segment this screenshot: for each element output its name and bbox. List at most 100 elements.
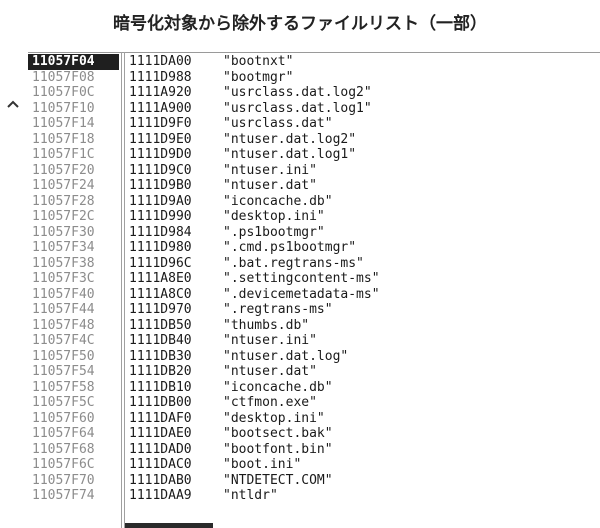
- string-cell: "ntuser.dat": [223, 178, 317, 193]
- string-cell: "ntldr": [223, 488, 278, 503]
- dump-row[interactable]: 11057F38 1111D96C ".bat.regtrans-ms": [28, 256, 600, 272]
- dump-row[interactable]: 11057F14 1111D9F0 "usrclass.dat": [28, 116, 600, 132]
- address-cell: 11057F58: [32, 379, 95, 395]
- memory-dump-pane[interactable]: 11057F04 1111DA00 "bootnxt" 11057F08 1111D98…: [28, 52, 600, 528]
- dump-row[interactable]: 11057F18 1111D9E0 "ntuser.dat.log2": [28, 132, 600, 148]
- address-cell: 11057F34: [32, 240, 95, 255]
- address-cell: 11057F74: [32, 488, 95, 503]
- dump-row[interactable]: 11057F34 1111D980 ".cmd.ps1bootmgr": [28, 240, 600, 256]
- dump-row[interactable]: 11057F44 1111D970 ".regtrans-ms": [28, 302, 600, 318]
- value-cell: 1111D980: [129, 240, 192, 255]
- address-cell: 11057F08: [32, 69, 95, 85]
- string-cell: "ctfmon.exe": [223, 395, 317, 410]
- dump-row[interactable]: 11057F0C 1111A920 "usrclass.dat.log2": [28, 85, 600, 101]
- dump-row[interactable]: 11057F68 1111DAD0 "bootfont.bin": [28, 442, 600, 458]
- address-cell: 11057F50: [32, 348, 95, 364]
- scrollbar[interactable]: [0, 52, 28, 528]
- dump-row[interactable]: 11057F08 1111D988 "bootmgr": [28, 70, 600, 86]
- value-cell: 1111DB10: [129, 379, 192, 395]
- dump-row[interactable]: 11057F10 1111A900 "usrclass.dat.log1": [28, 101, 600, 117]
- chevron-up-icon[interactable]: [4, 97, 22, 111]
- string-cell: "bootmgr": [223, 69, 294, 85]
- value-cell: 1111D988: [129, 69, 192, 85]
- string-cell: ".regtrans-ms": [223, 302, 333, 317]
- dump-row[interactable]: 11057F28 1111D9A0 "iconcache.db": [28, 194, 600, 210]
- string-cell: "usrclass.dat.log2": [223, 85, 372, 100]
- dump-row[interactable]: 11057F64 1111DAE0 "bootsect.bak": [28, 426, 600, 442]
- string-cell: "ntuser.ini": [223, 333, 317, 348]
- address-cell: 11057F20: [32, 162, 95, 178]
- address-cell: 11057F60: [32, 410, 95, 426]
- address-cell: 11057F0C: [32, 85, 95, 100]
- dump-row[interactable]: 11057F3C 1111A8E0 ".settingcontent-ms": [28, 271, 600, 287]
- dump-row[interactable]: 11057F48 1111DB50 "thumbs.db": [28, 318, 600, 334]
- dump-row[interactable]: 11057F40 1111A8C0 ".devicemetadata-ms": [28, 287, 600, 303]
- address-cell: 11057F18: [32, 131, 95, 147]
- value-cell: 1111DB00: [129, 395, 192, 410]
- address-cell: 11057F54: [32, 364, 95, 379]
- value-cell: 1111D9B0: [129, 178, 192, 193]
- string-cell: "usrclass.dat": [223, 116, 333, 131]
- dump-row[interactable]: 11057F1C 1111D9D0 "ntuser.dat.log1": [28, 147, 600, 163]
- value-cell: 1111D9C0: [129, 162, 192, 178]
- value-cell: 1111DAD0: [129, 441, 192, 457]
- string-cell: "ntuser.dat.log": [223, 348, 349, 364]
- string-cell: "ntuser.dat.log1": [223, 147, 357, 162]
- dump-row[interactable]: 11057F6C 1111DAC0 "boot.ini": [28, 457, 600, 473]
- dump-row[interactable]: 11057F04 1111DA00 "bootnxt": [28, 54, 600, 70]
- dump-row[interactable]: 11057F2C 1111D990 "desktop.ini": [28, 209, 600, 225]
- string-cell: ".settingcontent-ms": [223, 271, 380, 286]
- address-cell: 11057F40: [32, 286, 95, 302]
- string-cell: "thumbs.db": [223, 317, 310, 333]
- string-cell: "iconcache.db": [223, 379, 333, 395]
- address-cell: 11057F4C: [32, 333, 95, 348]
- dump-row[interactable]: 11057F5C 1111DB00 "ctfmon.exe": [28, 395, 600, 411]
- value-cell: 1111D96C: [129, 255, 192, 271]
- value-cell: 1111DAB0: [129, 472, 192, 488]
- dump-row[interactable]: 11057F30 1111D984 ".ps1bootmgr": [28, 225, 600, 241]
- address-cell: 11057F6C: [32, 457, 95, 472]
- value-cell: 1111DB30: [129, 348, 192, 364]
- address-cell: 11057F14: [32, 116, 95, 131]
- value-cell: 1111DAA9: [129, 488, 192, 503]
- value-cell: 1111A8C0: [129, 286, 192, 302]
- address-cell: 11057F2C: [32, 209, 95, 224]
- dump-row[interactable]: 11057F70 1111DAB0 "NTDETECT.COM": [28, 473, 600, 489]
- dump-rows: 11057F04 1111DA00 "bootnxt" 11057F08 1111D98…: [28, 54, 600, 504]
- value-cell: 1111D984: [129, 224, 192, 240]
- value-cell: 1111DB20: [129, 364, 192, 379]
- dump-row[interactable]: 11057F60 1111DAF0 "desktop.ini": [28, 411, 600, 427]
- value-cell: 1111D990: [129, 209, 192, 224]
- address-cell: 11057F48: [32, 317, 95, 333]
- string-cell: "boot.ini": [223, 457, 302, 472]
- value-cell: 1111DAE0: [129, 426, 192, 441]
- string-cell: "iconcache.db": [223, 193, 333, 209]
- value-cell: 1111DB50: [129, 317, 192, 333]
- string-cell: "usrclass.dat.log1": [223, 100, 372, 116]
- dump-row[interactable]: 11057F4C 1111DB40 "ntuser.ini": [28, 333, 600, 349]
- divider: [28, 52, 600, 53]
- dump-row[interactable]: 11057F74 1111DAA9 "ntldr": [28, 488, 600, 504]
- string-cell: "ntuser.dat.log2": [223, 131, 357, 147]
- dump-row[interactable]: 11057F20 1111D9C0 "ntuser.ini": [28, 163, 600, 179]
- string-cell: "bootsect.bak": [223, 426, 333, 441]
- address-cell: 11057F1C: [32, 147, 95, 162]
- string-cell: ".cmd.ps1bootmgr": [223, 240, 357, 255]
- value-cell: 1111DAF0: [129, 410, 192, 426]
- string-cell: "bootnxt": [223, 54, 294, 69]
- value-cell: 1111D9D0: [129, 147, 192, 162]
- dump-row[interactable]: 11057F50 1111DB30 "ntuser.dat.log": [28, 349, 600, 365]
- value-cell: 1111D9A0: [129, 193, 192, 209]
- dump-row[interactable]: 11057F54 1111DB20 "ntuser.dat": [28, 364, 600, 380]
- string-cell: "bootfont.bin": [223, 441, 333, 457]
- address-cell: 11057F64: [32, 426, 95, 441]
- value-cell: 1111DB40: [129, 333, 192, 348]
- dump-row[interactable]: 11057F58 1111DB10 "iconcache.db": [28, 380, 600, 396]
- dump-row[interactable]: 11057F24 1111D9B0 "ntuser.dat": [28, 178, 600, 194]
- string-cell: ".devicemetadata-ms": [223, 286, 380, 302]
- address-cell: 11057F44: [32, 302, 95, 317]
- string-cell: "desktop.ini": [223, 410, 325, 426]
- value-cell: 1111D970: [129, 302, 192, 317]
- string-cell: "desktop.ini": [223, 209, 325, 224]
- string-cell: "ntuser.dat": [223, 364, 317, 379]
